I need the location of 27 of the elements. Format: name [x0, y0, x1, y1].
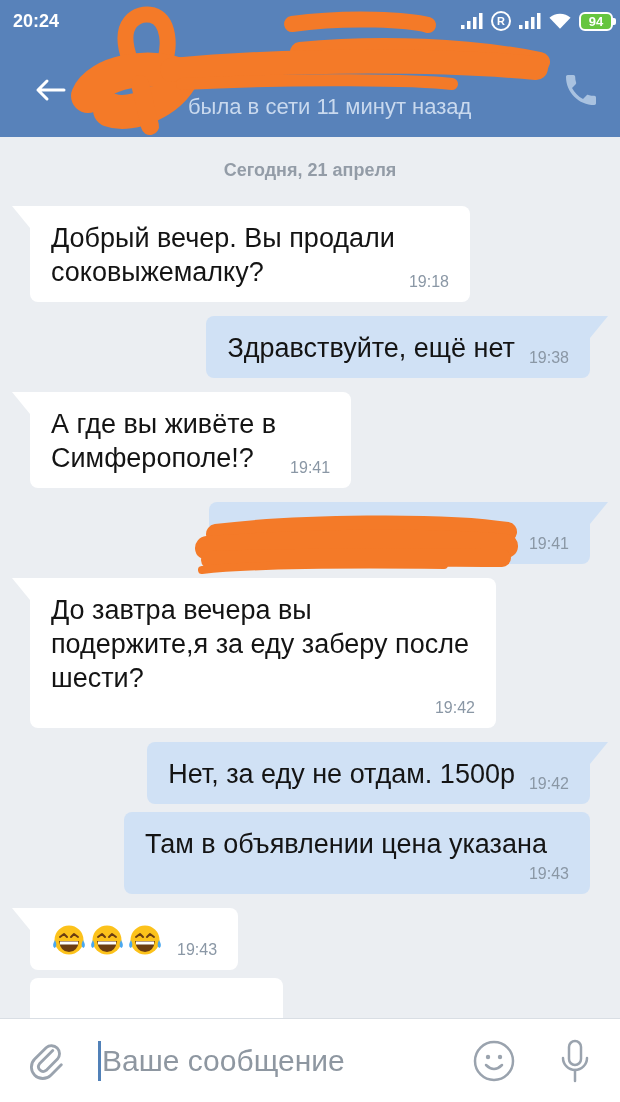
last-seen-status: была в сети 11 минут назад: [188, 94, 472, 120]
message-time: 19:18: [408, 273, 449, 291]
message-time: 19:42: [528, 775, 569, 793]
message-text: Там в объявлении цена указана: [145, 828, 547, 861]
message-time: 19:41: [290, 459, 331, 477]
text-cursor: [98, 1040, 101, 1081]
message-time: 19:43: [177, 941, 218, 959]
date-label: Сегодня, 21 апреля: [223, 159, 397, 182]
message-time: 19:41: [528, 535, 569, 553]
status-time: 20:24: [13, 10, 60, 32]
message-text: Нет, за еду не отдам. 1500р: [168, 758, 515, 791]
signal-icon: [519, 13, 541, 29]
back-arrow-icon[interactable]: [34, 77, 66, 102]
message-time: 19:43: [528, 865, 569, 883]
wifi-icon: [549, 12, 571, 30]
signal-icon: [461, 13, 483, 29]
message-time: 19:42: [434, 699, 475, 717]
message-text: Добрый вечер. Вы продали соковыжемалку?: [51, 222, 395, 289]
message-text: До завтра вечера вы подержите,я за еду заберу после шести?: [51, 594, 469, 695]
smiley-icon[interactable]: [473, 1039, 515, 1082]
battery-indicator: 94: [579, 11, 616, 31]
roaming-indicator: R: [491, 11, 511, 31]
phone-icon[interactable]: [566, 74, 596, 105]
message-text: Здравствуйте, ещё нет: [227, 332, 515, 365]
message-time: 19:38: [528, 349, 569, 367]
message-text: А где вы живёте в Симферополе!?: [51, 408, 277, 475]
microphone-icon[interactable]: [560, 1038, 590, 1083]
